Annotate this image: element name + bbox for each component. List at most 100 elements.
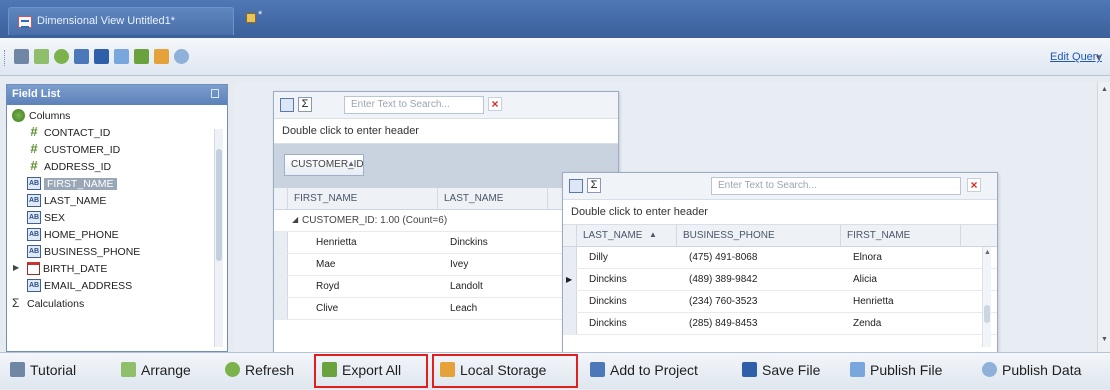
field-item-last-name[interactable]: AB LAST_NAME bbox=[27, 193, 106, 209]
publish-data-icon[interactable] bbox=[174, 49, 189, 64]
arrange-button[interactable]: Arrange bbox=[121, 353, 191, 390]
field-list-title: Field List bbox=[12, 88, 61, 100]
row-indicator bbox=[274, 232, 288, 253]
cell-last-name: Dinckins bbox=[589, 274, 627, 285]
sort-ascending-icon: ▲ bbox=[347, 159, 355, 168]
tree-node-columns[interactable]: Columns bbox=[12, 108, 70, 124]
clear-search-icon[interactable]: × bbox=[488, 97, 502, 111]
publish-data-button[interactable]: Publish Data bbox=[982, 353, 1081, 390]
scroll-up-icon[interactable]: ▲ bbox=[984, 249, 991, 256]
scroll-up-icon[interactable]: ▲ bbox=[1101, 86, 1108, 93]
grid-scrollbar[interactable]: ▲ bbox=[982, 247, 991, 347]
expand-arrow-icon[interactable]: ▶ bbox=[13, 263, 19, 272]
row-indicator bbox=[274, 276, 288, 297]
numeric-field-icon: # bbox=[30, 141, 38, 156]
cell-last-name: Dinckins bbox=[589, 296, 627, 307]
table-row[interactable]: Dilly (475) 491-8068 Elnora bbox=[563, 247, 997, 269]
edit-query-link[interactable]: Edit Query bbox=[1050, 51, 1102, 63]
cell-business-phone: (489) 389-9842 bbox=[689, 274, 758, 285]
tutorial-button[interactable]: Tutorial bbox=[10, 353, 76, 390]
save-file-icon[interactable] bbox=[94, 49, 109, 64]
refresh-icon bbox=[225, 362, 240, 377]
field-list-panel: Field List Columns # CONTACT_ID # CUSTOMER… bbox=[6, 84, 228, 352]
clear-search-icon[interactable]: × bbox=[967, 178, 981, 192]
field-item-sex[interactable]: AB SEX bbox=[27, 210, 65, 226]
collapse-icon[interactable]: ◢ bbox=[292, 215, 298, 224]
add-to-project-icon[interactable] bbox=[74, 49, 89, 64]
current-row-icon: ▶ bbox=[566, 275, 573, 284]
publish-file-button[interactable]: Publish File bbox=[850, 353, 942, 390]
toolbar-grip[interactable] bbox=[4, 50, 7, 66]
arrange-icon[interactable] bbox=[34, 49, 49, 64]
search-input[interactable]: Enter Text to Search... bbox=[344, 96, 484, 114]
table-row[interactable]: Dinckins (285) 849-8453 Zenda bbox=[563, 313, 997, 335]
grid-header-hint[interactable]: Double click to enter header bbox=[274, 118, 618, 144]
scrollbar-thumb[interactable] bbox=[216, 149, 222, 261]
grid-header-hint[interactable]: Double click to enter header bbox=[563, 199, 997, 225]
scrollbar-thumb[interactable] bbox=[984, 305, 990, 323]
add-to-project-button[interactable]: Add to Project bbox=[590, 353, 698, 390]
column-header-last-name[interactable]: LAST_NAME bbox=[438, 188, 548, 210]
row-indicator bbox=[563, 313, 577, 334]
new-query-tab[interactable]: * bbox=[244, 9, 268, 29]
grid-options-icon[interactable] bbox=[280, 98, 294, 112]
cell-last-name: Dilly bbox=[589, 252, 608, 263]
field-label: SEX bbox=[44, 212, 66, 224]
export-all-icon[interactable] bbox=[134, 49, 149, 64]
field-list-scrollbar[interactable] bbox=[214, 129, 223, 347]
sort-ascending-icon: ▲ bbox=[649, 230, 657, 239]
tutorial-icon bbox=[10, 362, 25, 377]
cell-last-name: Leach bbox=[450, 303, 478, 314]
scroll-down-icon[interactable]: ▼ bbox=[1101, 336, 1108, 343]
cell-first-name: Clive bbox=[316, 303, 339, 314]
tree-node-calculations[interactable]: Σ Calculations bbox=[12, 295, 84, 311]
export-all-button[interactable]: Export All bbox=[322, 353, 401, 390]
export-all-icon bbox=[322, 362, 337, 377]
tutorial-icon[interactable] bbox=[14, 49, 29, 64]
column-header-last-name[interactable]: LAST_NAME ▲ bbox=[577, 225, 677, 247]
add-to-project-label: Add to Project bbox=[610, 362, 698, 378]
field-item-address-id[interactable]: # ADDRESS_ID bbox=[27, 159, 111, 175]
publish-file-icon bbox=[850, 362, 865, 377]
table-row[interactable]: Dinckins (234) 760-3523 Henrietta bbox=[563, 291, 997, 313]
field-item-home-phone[interactable]: AB HOME_PHONE bbox=[27, 227, 119, 243]
sigma-icon[interactable]: Σ bbox=[587, 178, 601, 193]
text-field-icon: AB bbox=[27, 177, 41, 190]
toolbar-overflow-icon[interactable]: ▾ bbox=[1096, 52, 1101, 63]
search-input[interactable]: Enter Text to Search... bbox=[711, 177, 961, 195]
cell-business-phone: (234) 760-3523 bbox=[689, 296, 758, 307]
tab-dimensional-view[interactable]: Dimensional View Untitled1* bbox=[8, 7, 234, 35]
grid-options-icon[interactable] bbox=[569, 179, 583, 193]
tab-title: Dimensional View Untitled1* bbox=[37, 15, 175, 27]
cell-first-name: Royd bbox=[316, 281, 340, 292]
field-item-business-phone[interactable]: AB BUSINESS_PHONE bbox=[27, 244, 140, 260]
local-storage-button[interactable]: Local Storage bbox=[440, 353, 546, 390]
field-item-customer-id[interactable]: # CUSTOMER_ID bbox=[27, 142, 120, 158]
field-item-birth-date[interactable]: BIRTH_DATE bbox=[27, 261, 107, 277]
save-file-button[interactable]: Save File bbox=[742, 353, 820, 390]
pin-icon[interactable] bbox=[211, 89, 219, 98]
cell-last-name: Dinckins bbox=[589, 318, 627, 329]
publish-file-icon[interactable] bbox=[114, 49, 129, 64]
row-indicator bbox=[274, 254, 288, 275]
local-storage-icon[interactable] bbox=[154, 49, 169, 64]
field-item-first-name[interactable]: AB FIRST_NAME bbox=[27, 176, 117, 192]
table-row[interactable]: ▶ Dinckins (489) 389-9842 Alicia bbox=[563, 269, 997, 291]
column-header-first-name[interactable]: FIRST_NAME bbox=[288, 188, 438, 210]
sigma-icon: Σ bbox=[12, 296, 20, 310]
sigma-icon[interactable]: Σ bbox=[298, 97, 312, 112]
main-toolbar: Edit Query ▾ bbox=[0, 38, 1110, 76]
refresh-button[interactable]: Refresh bbox=[225, 353, 294, 390]
column-header-first-name[interactable]: FIRST_NAME bbox=[841, 225, 961, 247]
refresh-label: Refresh bbox=[245, 362, 295, 378]
field-item-contact-id[interactable]: # CONTACT_ID bbox=[27, 125, 110, 141]
group-chip-customer-id[interactable]: CUSTOMER_ID ▲ bbox=[284, 154, 364, 176]
grid-view-icon bbox=[18, 16, 32, 28]
field-item-email-address[interactable]: AB EMAIL_ADDRESS bbox=[27, 278, 132, 294]
refresh-icon[interactable] bbox=[54, 49, 69, 64]
text-field-icon: AB bbox=[27, 211, 41, 224]
calendar-icon bbox=[27, 262, 40, 275]
canvas-scrollbar[interactable]: ▲ ▼ bbox=[1097, 82, 1110, 352]
text-field-icon: AB bbox=[27, 245, 41, 258]
column-header-business-phone[interactable]: BUSINESS_PHONE bbox=[677, 225, 841, 247]
